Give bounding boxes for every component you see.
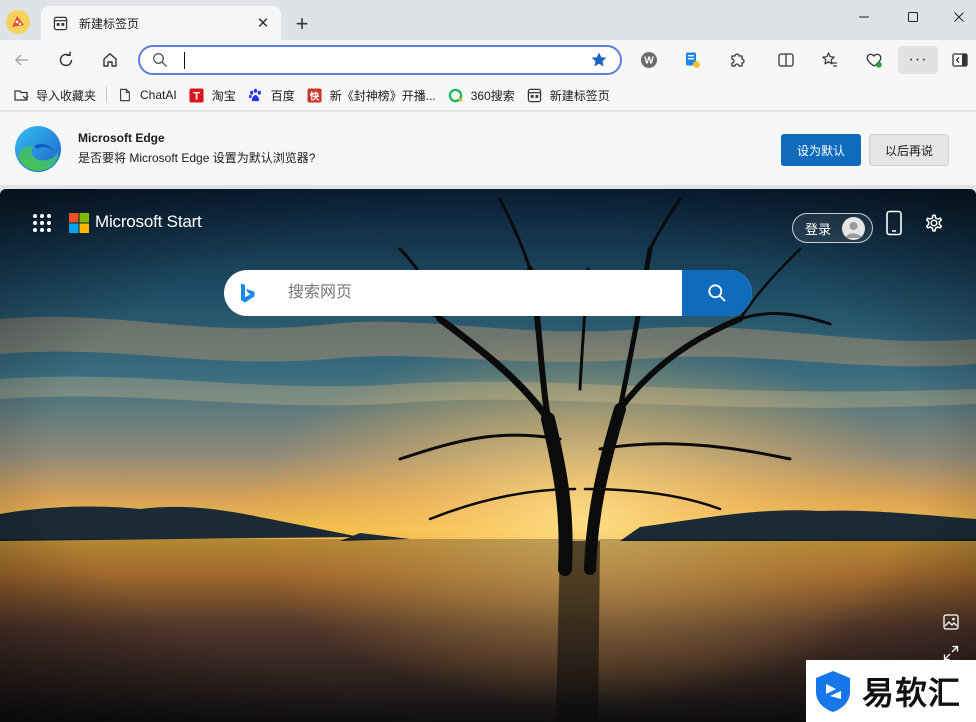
sidebar-toggle-button[interactable] xyxy=(945,46,975,74)
new-tab-button[interactable]: + xyxy=(290,11,314,36)
tab-new-tab[interactable]: 新建标签页 ✕ xyxy=(41,6,281,40)
favorites-divider xyxy=(106,87,108,103)
watermark-text: 易软汇 xyxy=(862,674,962,712)
favorite-label: 新《封神榜》开播... xyxy=(329,88,436,103)
microsoft-logo-icon xyxy=(69,213,89,233)
home-icon xyxy=(103,53,117,67)
address-bar[interactable] xyxy=(138,45,622,75)
profile-icon[interactable] xyxy=(6,10,30,34)
login-button[interactable]: 登录 xyxy=(792,213,873,243)
news-icon: 快 xyxy=(307,87,323,103)
minimize-icon[interactable] xyxy=(849,5,879,29)
avatar xyxy=(842,217,865,240)
extension-2-button[interactable] xyxy=(677,46,707,74)
tab-close-icon[interactable]: ✕ xyxy=(253,13,273,33)
new-tab-page: Microsoft Start 登录 xyxy=(0,189,976,722)
home-button[interactable] xyxy=(95,46,125,74)
extensions-button[interactable] xyxy=(722,46,752,74)
app-launcher-icon[interactable] xyxy=(32,213,52,233)
mobile-phone-icon[interactable] xyxy=(884,210,904,236)
favorite-taobao[interactable]: T 淘宝 xyxy=(183,83,242,107)
360-search-icon xyxy=(448,87,464,103)
refresh-icon xyxy=(59,51,73,67)
favorite-new-tab-page[interactable]: 新建标签页 xyxy=(521,83,616,107)
search-button[interactable] xyxy=(682,270,752,316)
maximize-icon[interactable] xyxy=(898,5,928,29)
new-tab-page-icon xyxy=(527,87,543,103)
gear-icon[interactable] xyxy=(922,211,946,235)
baidu-icon xyxy=(248,87,264,103)
later-button[interactable]: 以后再说 xyxy=(869,134,949,166)
favorite-baidu[interactable]: 百度 xyxy=(242,83,301,107)
svg-text:快: 快 xyxy=(309,90,320,102)
puzzle-icon xyxy=(731,53,745,67)
brand-title: Microsoft Start xyxy=(95,212,202,231)
document-extension-icon xyxy=(686,52,700,68)
set-default-button[interactable]: 设为默认 xyxy=(781,134,861,166)
sidebar-toggle-icon xyxy=(952,53,968,67)
favorites-button[interactable] xyxy=(815,46,845,74)
bing-logo-icon xyxy=(241,283,255,303)
web-search-box xyxy=(224,270,752,316)
toolbar: W ··· xyxy=(0,40,976,80)
favorite-360-search[interactable]: 360搜索 xyxy=(442,83,521,107)
split-screen-button[interactable] xyxy=(771,46,801,74)
background-image xyxy=(0,189,976,722)
favorites-bar: 导入收藏夹 ChatAI T 淘宝 百度 快 新《封神榜》开播... 360搜索 xyxy=(0,80,976,110)
more-options-button[interactable]: ··· xyxy=(898,46,938,74)
refresh-button[interactable] xyxy=(51,46,81,74)
banner-title: Microsoft Edge xyxy=(78,131,165,145)
watermark-logo-icon xyxy=(816,671,850,712)
search-icon xyxy=(153,53,167,67)
favorite-news[interactable]: 快 新《封神榜》开播... xyxy=(301,83,442,107)
default-browser-banner: Microsoft Edge 是否要将 Microsoft Edge 设置为默认… xyxy=(0,112,976,186)
image-info-icon[interactable] xyxy=(942,613,960,631)
svg-text:W: W xyxy=(644,56,654,67)
page-icon xyxy=(117,87,133,103)
new-tab-favicon-icon xyxy=(53,15,69,31)
favorite-label: 360搜索 xyxy=(470,88,515,103)
browser-essentials-button[interactable] xyxy=(859,46,889,74)
site-watermark: 易软汇 xyxy=(806,660,976,722)
address-input[interactable] xyxy=(189,52,590,68)
window-close-icon[interactable] xyxy=(944,5,974,29)
text-caret xyxy=(184,51,185,69)
favorites-list-icon xyxy=(822,52,837,67)
favorite-chatai[interactable]: ChatAI xyxy=(111,83,183,107)
tab-strip: 新建标签页 ✕ + xyxy=(0,0,976,40)
favorite-label: 百度 xyxy=(270,88,295,103)
taobao-icon: T xyxy=(189,87,205,103)
import-favorites-icon xyxy=(13,87,29,103)
edge-logo-icon xyxy=(15,126,61,172)
search-icon xyxy=(708,284,726,302)
banner-message: 是否要将 Microsoft Edge 设置为默认浏览器? xyxy=(78,151,316,165)
login-label: 登录 xyxy=(805,221,832,237)
expand-icon[interactable] xyxy=(943,645,959,661)
add-favorite-star-icon[interactable] xyxy=(590,51,608,69)
wps-extension-icon: W xyxy=(641,52,657,68)
favorite-label: 淘宝 xyxy=(211,88,236,103)
heart-pulse-icon xyxy=(866,53,882,68)
back-button[interactable] xyxy=(7,46,37,74)
tab-title: 新建标签页 xyxy=(79,16,140,31)
favorite-label: 新建标签页 xyxy=(549,88,610,103)
favorite-import[interactable]: 导入收藏夹 xyxy=(7,83,102,107)
svg-text:T: T xyxy=(193,90,200,102)
split-screen-icon xyxy=(778,53,794,67)
search-input[interactable] xyxy=(288,270,678,316)
arrow-left-icon xyxy=(14,54,28,66)
favorite-label: ChatAI xyxy=(140,88,177,102)
wps-extension-button[interactable]: W xyxy=(634,46,664,74)
favorite-label: 导入收藏夹 xyxy=(36,88,97,103)
